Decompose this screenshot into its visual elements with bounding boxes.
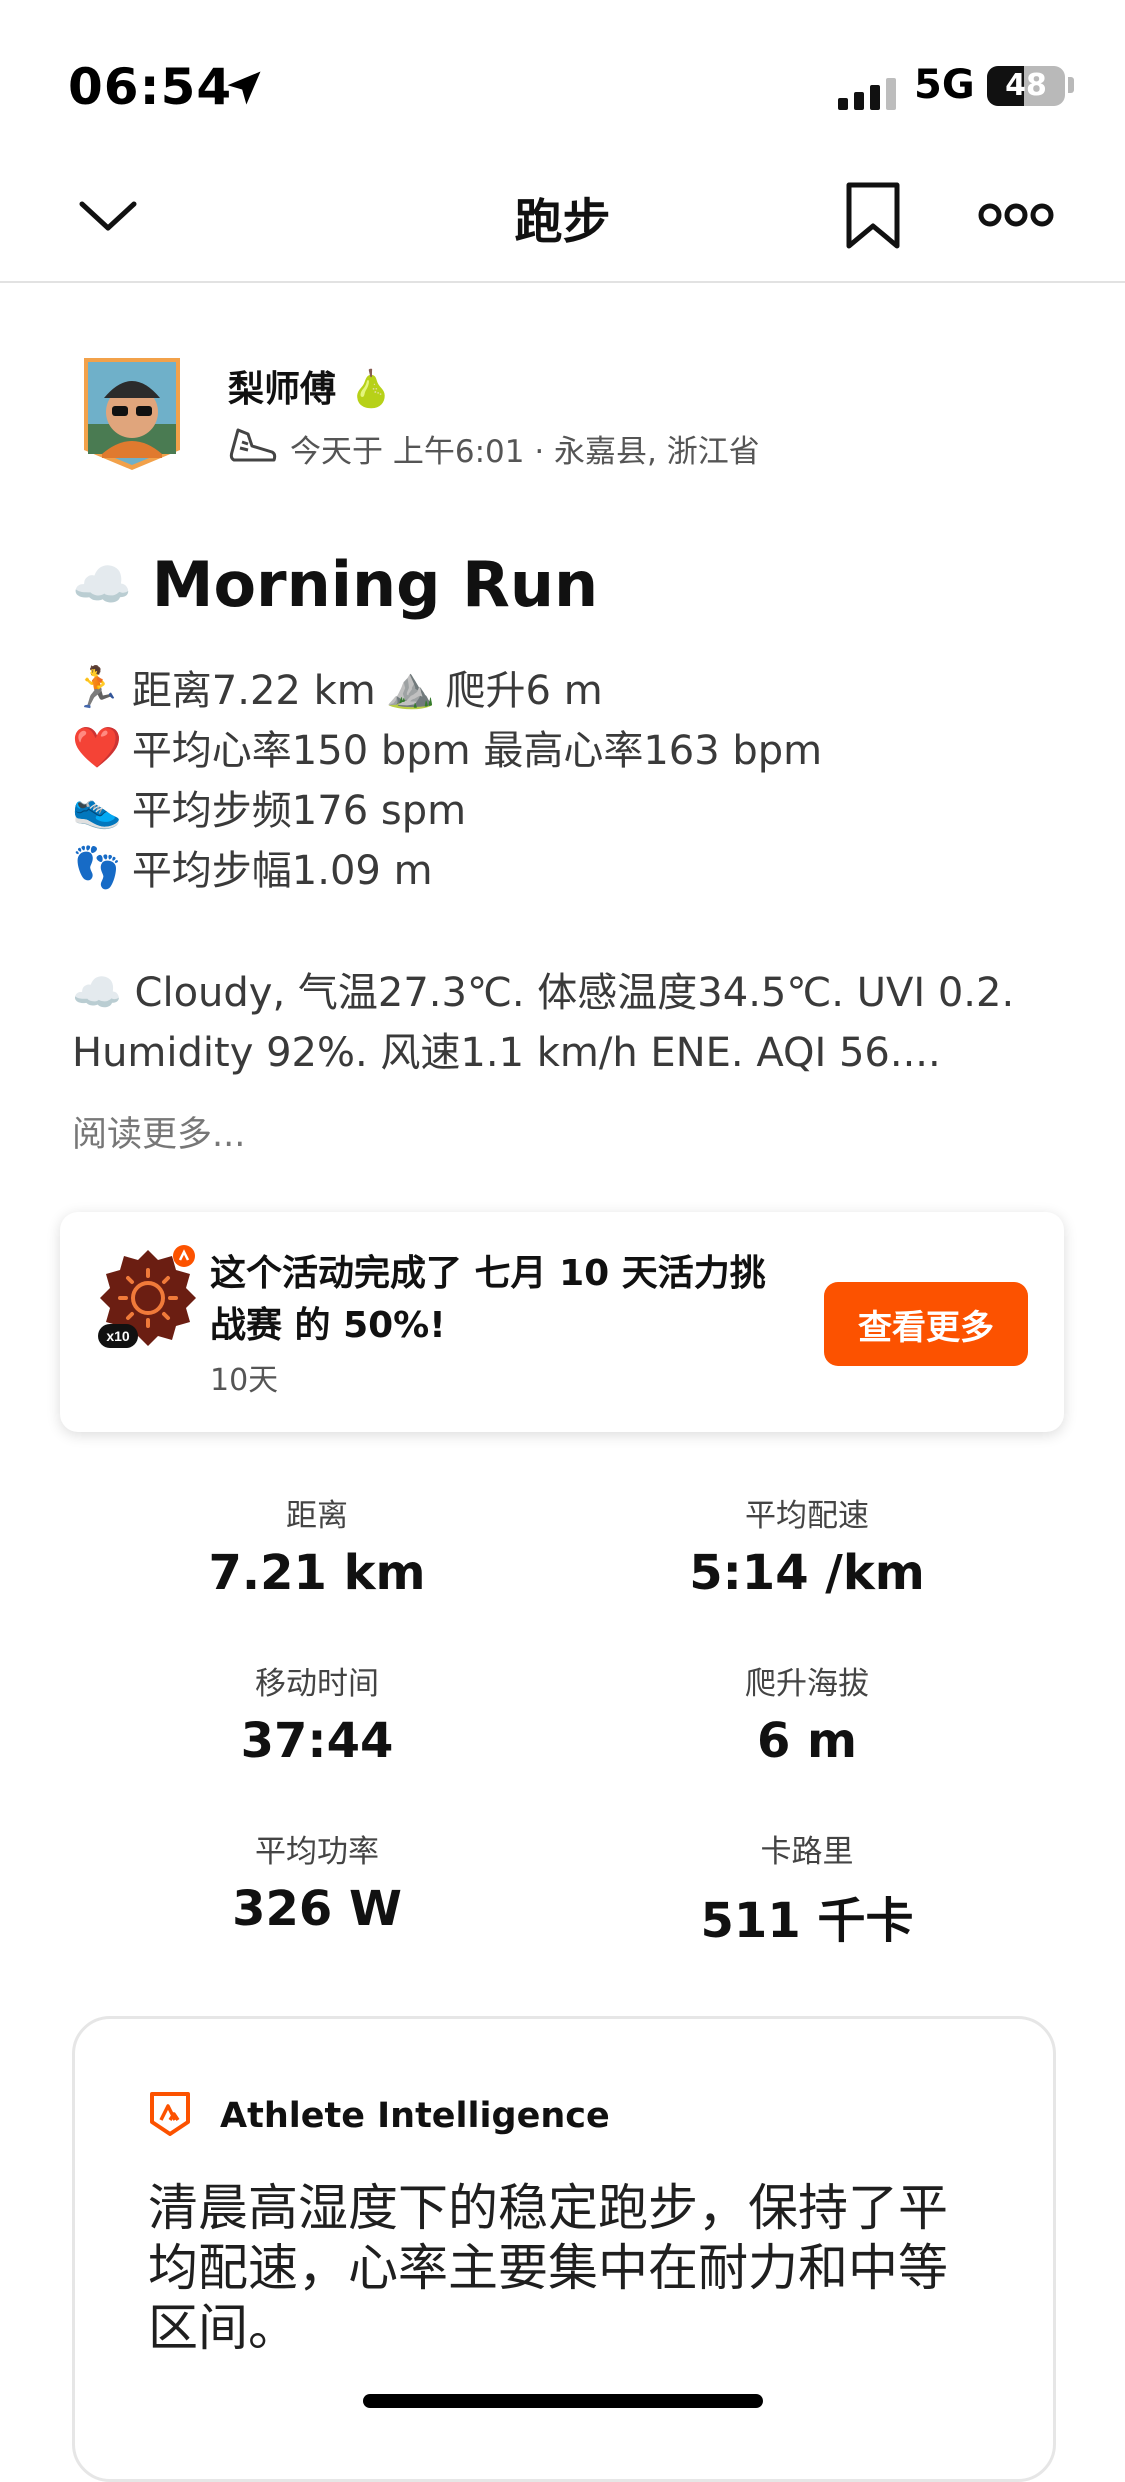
activity-meta-text: 今天于 上午6:01 · 永嘉县, 浙江省: [290, 433, 760, 470]
stat-value: 6 m: [756, 1713, 858, 1769]
view-more-button[interactable]: 查看更多: [824, 1282, 1028, 1366]
description-line-cadence: 👟 平均步频176 spm: [72, 784, 467, 835]
cloud-icon: ☁️: [72, 557, 132, 613]
stat-label: 爬升海拔: [745, 1666, 869, 1702]
network-type: 5G: [914, 62, 975, 108]
footprints-icon: 👣: [72, 844, 122, 891]
stat-label: 平均功率: [255, 1834, 379, 1870]
activity-title: Morning Run: [151, 548, 599, 621]
stat-avg-power: 平均功率 326 W: [117, 1826, 517, 1937]
athlete-intelligence-summary: 清晨高湿度下的稳定跑步，保持了平均配速，心率主要集中在耐力和中等区间。: [148, 2179, 948, 2357]
weather-line-1: ☁️ Cloudy, 气温27.3℃. 体感温度34.5℃. UVI 0.2.: [72, 970, 1015, 1016]
battery-icon: 48: [987, 66, 1065, 106]
challenge-subtitle: 10天: [210, 1363, 279, 1398]
home-indicator[interactable]: [363, 2394, 763, 2408]
status-time: 06:54: [68, 58, 233, 116]
stat-label: 平均配速: [745, 1498, 869, 1534]
stat-elevation-gain: 爬升海拔 6 m: [607, 1658, 1007, 1769]
stat-distance: 距离 7.21 km: [117, 1490, 517, 1601]
stat-label: 距离: [286, 1498, 348, 1534]
cellular-signal-icon: [838, 78, 896, 110]
athlete-intelligence-title: Athlete Intelligence: [220, 2096, 610, 2136]
read-more-link[interactable]: 阅读更多...: [72, 1106, 245, 1157]
challenge-title: 这个活动完成了 七月 10 天活力挑战赛 的 50%!: [210, 1253, 766, 1346]
description-line-distance: 🏃 距离7.22 km ⛰️ 爬升6 m: [72, 664, 603, 715]
stat-label: 移动时间: [255, 1666, 379, 1702]
description-line-stride: 👣 平均步幅1.09 m: [72, 844, 433, 895]
stat-label: 卡路里: [760, 1834, 854, 1870]
activity-meta: 今天于 上午6:01 · 永嘉县, 浙江省: [228, 422, 760, 474]
stat-value: 511 千卡: [700, 1893, 914, 1949]
shoe-icon: [228, 422, 278, 474]
battery-tip: [1068, 77, 1074, 93]
challenge-badge-icon: x10: [94, 1244, 202, 1352]
avatar[interactable]: [78, 354, 186, 472]
location-arrow-icon: [222, 66, 266, 114]
stat-avg-pace: 平均配速 5:14 /km: [607, 1490, 1007, 1601]
strava-logo-icon: [148, 2090, 192, 2140]
athlete-name[interactable]: 梨师傅 🍐: [228, 360, 393, 412]
page-title: 跑步: [514, 194, 611, 250]
runner-icon: 🏃: [72, 664, 122, 711]
stat-moving-time: 移动时间 37:44: [117, 1658, 517, 1769]
battery-level: 48: [1005, 68, 1047, 103]
mountain-icon: ⛰️: [385, 664, 436, 711]
stat-value: 7.21 km: [208, 1545, 426, 1601]
activity-title-row: ☁️ Morning Run: [72, 548, 598, 621]
more-icon[interactable]: [978, 198, 1054, 236]
stat-calories: 卡路里 511 千卡: [607, 1826, 1007, 1951]
heart-icon: ❤️: [72, 724, 122, 771]
badge-count: x10: [106, 1328, 130, 1344]
stat-value: 37:44: [240, 1713, 394, 1769]
stat-value: 326 W: [232, 1881, 402, 1937]
description-line-heart-rate: ❤️ 平均心率150 bpm 最高心率163 bpm: [72, 724, 823, 775]
sneaker-icon: 👟: [72, 784, 122, 831]
weather-line-2: Humidity 92%. 风速1.1 km/h ENE. AQI 56....: [72, 1030, 941, 1076]
stat-value: 5:14 /km: [689, 1545, 925, 1601]
bookmark-icon[interactable]: [844, 180, 902, 256]
nav-divider: [0, 281, 1125, 283]
